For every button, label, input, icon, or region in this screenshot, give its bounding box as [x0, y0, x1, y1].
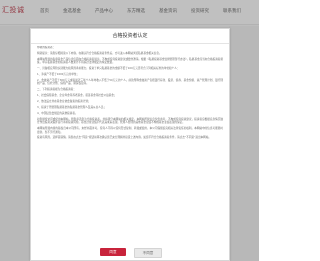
- dialog-paragraph: 一、具备相应风险识别能力和风险承担能力，投资于单只私募基金的金额不低于100万元…: [37, 67, 180, 71]
- dialog-paragraph: 1、净资产不低于1000万元的单位；: [37, 73, 79, 77]
- dialog-paragraph: 本网站所载的私募基金产品信息仅面向合格投资者展示，不构成任何投资建议或要约邀请。…: [37, 57, 223, 65]
- dialog-paragraph: 3、投资于所管理私募基金的私募基金管理人及其从业人员；: [37, 105, 107, 109]
- dialog-paragraph: 2、依法设立并在基金业协会备案的投资计划；: [37, 100, 91, 104]
- dialog-paragraph: 尊敬的投资者：: [37, 46, 56, 49]
- dialog-body[interactable]: 尊敬的投资者： 特别提示：请您仔细阅读以下内容，在确认符合合格投资者条件后，方可…: [37, 46, 223, 242]
- dialog-paragraph: 2、金融资产不低于300万元或者最近三年个人年均收入不低于50万元的个人。前款所…: [37, 78, 223, 86]
- dialog-paragraph: 如您继续访问或使用本网站，则您承诺您为合格投资者，并将遵守本网站的相关规定。本网…: [37, 117, 223, 125]
- dialog-paragraph: 本网站所载内容的版权归本公司所有，未经书面许可，任何人不得以任何形式复制、转载或…: [37, 127, 223, 134]
- agree-button[interactable]: 同意: [100, 248, 126, 256]
- dialog-paragraph: 1、社会保障基金、企业年金等养老基金，慈善基金等社会公益基金；: [37, 94, 117, 98]
- dialog-paragraph: 投资有风险，选择需谨慎。请您在点击“同意”按钮前再次确认您已充分理解并接受上述内…: [37, 136, 211, 140]
- disagree-button[interactable]: 不同意: [134, 248, 162, 258]
- dialog-paragraph: 4、中国证监会规定的其他投资者。: [37, 111, 78, 115]
- dialog-footer: 同意 不同意: [31, 245, 229, 259]
- dialog-paragraph: 二、下列投资者视为合格投资者：: [37, 88, 76, 92]
- qualified-investor-dialog: 合格投资者认定 尊敬的投资者： 特别提示：请您仔细阅读以下内容，在确认符合合格投…: [30, 28, 230, 261]
- dialog-title: 合格投资者认定: [31, 29, 229, 44]
- dialog-paragraph: 特别提示：请您仔细阅读以下内容，在确认符合合格投资者条件后，方可进入本网站浏览私…: [37, 51, 162, 55]
